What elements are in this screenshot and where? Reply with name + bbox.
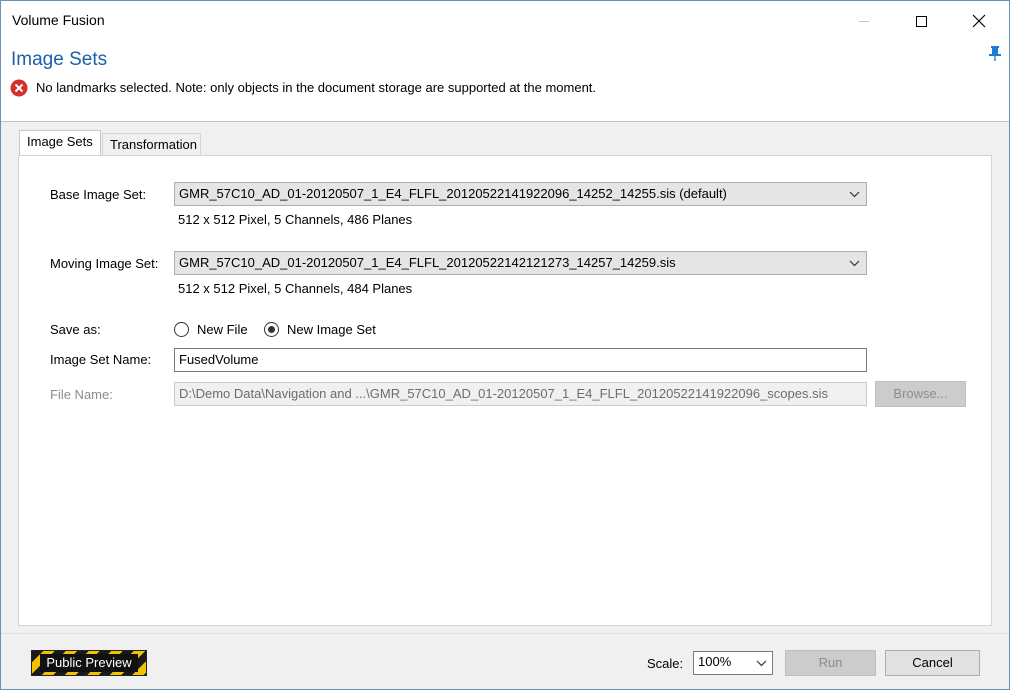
public-preview-badge: Public Preview	[31, 650, 147, 676]
close-button[interactable]	[956, 1, 1002, 41]
new-image-set-option-label[interactable]: New Image Set	[287, 322, 376, 337]
footer-divider	[1, 633, 1009, 634]
image-set-name-input[interactable]: FusedVolume	[174, 348, 867, 372]
minimize-icon	[859, 20, 869, 22]
new-image-set-radio[interactable]	[264, 322, 279, 337]
image-sets-panel: Base Image Set: GMR_57C10_AD_01-20120507…	[18, 155, 992, 626]
maximize-icon	[915, 15, 927, 27]
scale-dropdown[interactable]: 100%	[693, 651, 773, 675]
error-message: No landmarks selected. Note: only object…	[36, 80, 597, 95]
title-bar: Volume Fusion	[1, 1, 1009, 41]
new-file-radio[interactable]	[174, 322, 189, 337]
moving-image-set-value: GMR_57C10_AD_01-20120507_1_E4_FLFL_20120…	[179, 255, 676, 270]
save-as-label: Save as:	[50, 322, 101, 337]
run-button[interactable]: Run	[785, 650, 876, 676]
scale-label: Scale:	[647, 656, 684, 671]
close-icon	[972, 14, 986, 28]
file-name-input[interactable]: D:\Demo Data\Navigation and ...\GMR_57C1…	[174, 382, 867, 406]
moving-image-set-dropdown[interactable]: GMR_57C10_AD_01-20120507_1_E4_FLFL_20120…	[174, 251, 867, 275]
public-preview-label: Public Preview	[40, 654, 138, 672]
file-name-label: File Name:	[50, 387, 113, 402]
browse-button[interactable]: Browse...	[875, 381, 966, 407]
chevron-down-icon	[849, 260, 860, 267]
chevron-down-icon	[849, 191, 860, 198]
base-image-set-value: GMR_57C10_AD_01-20120507_1_E4_FLFL_20120…	[179, 186, 727, 201]
moving-image-set-info: 512 x 512 Pixel, 5 Channels, 484 Planes	[178, 281, 413, 296]
chevron-down-icon	[756, 660, 767, 667]
pin-icon[interactable]	[988, 45, 1002, 61]
base-image-set-dropdown[interactable]: GMR_57C10_AD_01-20120507_1_E4_FLFL_20120…	[174, 182, 867, 206]
header-area: Image Sets No landmarks selected. Note: …	[1, 41, 1009, 121]
image-set-name-label: Image Set Name:	[50, 352, 152, 367]
tab-transformation[interactable]: Transformation	[102, 133, 201, 156]
base-image-set-info: 512 x 512 Pixel, 5 Channels, 486 Planes	[178, 212, 413, 227]
base-image-set-label: Base Image Set:	[50, 187, 147, 202]
scale-value: 100%	[698, 654, 732, 669]
tab-image-sets[interactable]: Image Sets	[19, 130, 101, 156]
dialog-body: Image Sets Transformation Base Image Set…	[1, 122, 1009, 689]
moving-image-set-label: Moving Image Set:	[50, 256, 159, 271]
volume-fusion-window: Volume Fusion Image Sets No landmarks se…	[0, 0, 1010, 690]
page-title: Image Sets	[11, 49, 108, 70]
new-file-option-label[interactable]: New File	[197, 322, 248, 337]
maximize-button[interactable]	[898, 1, 944, 41]
window-title: Volume Fusion	[12, 12, 105, 28]
error-icon	[10, 79, 28, 97]
minimize-button[interactable]	[841, 1, 887, 41]
cancel-button[interactable]: Cancel	[885, 650, 980, 676]
